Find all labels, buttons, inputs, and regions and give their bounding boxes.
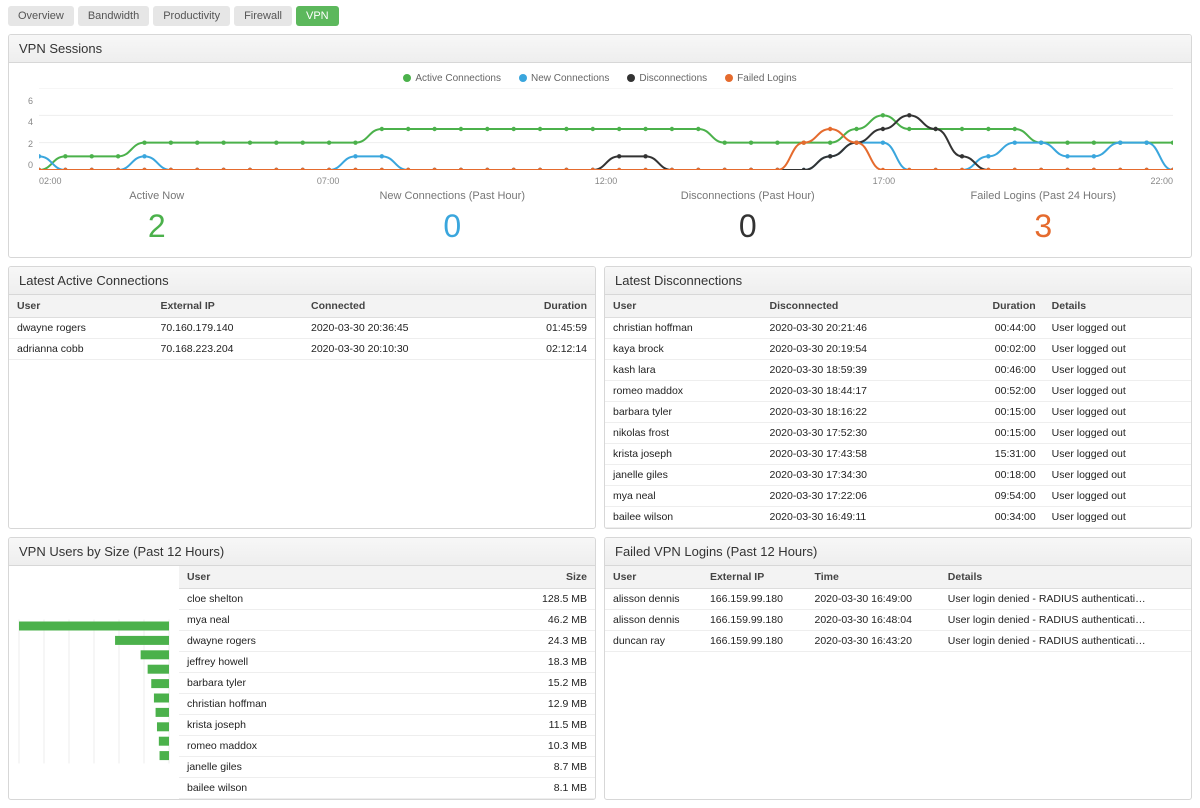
table-row[interactable]: dwayne rogers24.3 MB [179,631,595,652]
col-user[interactable]: User [605,566,702,589]
col-duration[interactable]: Duration [495,295,595,318]
table-row[interactable]: janelle giles8.7 MB [179,757,595,778]
col-time[interactable]: Time [806,566,939,589]
table-row[interactable]: duncan ray166.159.99.1802020-03-30 16:43… [605,631,1191,652]
summary-3: Failed Logins (Past 24 Hours)3 [896,190,1192,245]
table-row[interactable]: jeffrey howell18.3 MB [179,652,595,673]
legend-new[interactable]: New Connections [519,73,609,84]
panel-title-disc: Latest Disconnections [605,267,1191,295]
legend-disc[interactable]: Disconnections [627,73,707,84]
table-row[interactable]: alisson dennis166.159.99.1802020-03-30 1… [605,610,1191,631]
col-disconnected[interactable]: Disconnected [762,295,947,318]
table-row[interactable]: kaya brock2020-03-30 20:19:5400:02:00Use… [605,339,1191,360]
table-row[interactable]: romeo maddox2020-03-30 18:44:1700:52:00U… [605,381,1191,402]
table-row[interactable]: adrianna cobb70.168.223.2042020-03-30 20… [9,339,595,360]
tab-productivity[interactable]: Productivity [153,6,230,26]
panel-title-failed: Failed VPN Logins (Past 12 Hours) [605,538,1191,566]
col-duration[interactable]: Duration [947,295,1044,318]
table-row[interactable]: barbara tyler2020-03-30 18:16:2200:15:00… [605,402,1191,423]
tab-bandwidth[interactable]: Bandwidth [78,6,149,26]
col-details[interactable]: Details [940,566,1191,589]
table-row[interactable]: krista joseph11.5 MB [179,715,595,736]
vpn-sessions-panel: VPN Sessions Active Connections New Conn… [8,34,1192,258]
table-row[interactable]: christian hoffman2020-03-30 20:21:4600:4… [605,318,1191,339]
tab-firewall[interactable]: Firewall [234,6,292,26]
table-row[interactable]: cloe shelton128.5 MB [179,589,595,610]
legend-failed[interactable]: Failed Logins [725,73,796,84]
panel-title-sessions: VPN Sessions [9,35,1191,63]
panel-title-active: Latest Active Connections [9,267,595,295]
active-connections-table: User External IP Connected Duration dway… [9,295,595,360]
table-row[interactable]: romeo maddox10.3 MB [179,736,595,757]
nav-tabs: OverviewBandwidthProductivityFirewallVPN [0,0,1200,34]
col-size[interactable]: Size [433,566,595,589]
table-row[interactable]: dwayne rogers70.160.179.1402020-03-30 20… [9,318,595,339]
sessions-chart[interactable]: 6420 02:0007:0012:0017:0022:00 [9,88,1191,188]
table-row[interactable]: bailee wilson8.1 MB [179,778,595,799]
users-size-panel: VPN Users by Size (Past 12 Hours) User S… [8,537,596,800]
latest-active-panel: Latest Active Connections User External … [8,266,596,529]
users-size-bars[interactable] [9,566,179,799]
table-row[interactable]: krista joseph2020-03-30 17:43:5815:31:00… [605,444,1191,465]
table-row[interactable]: janelle giles2020-03-30 17:34:3000:18:00… [605,465,1191,486]
users-size-table: User Size cloe shelton128.5 MBmya neal46… [179,566,595,799]
table-row[interactable]: mya neal46.2 MB [179,610,595,631]
tab-overview[interactable]: Overview [8,6,74,26]
tab-vpn[interactable]: VPN [296,6,339,26]
failed-logins-table: User External IP Time Details alisson de… [605,566,1191,652]
col-ip[interactable]: External IP [153,295,303,318]
table-row[interactable]: barbara tyler15.2 MB [179,673,595,694]
summary-0: Active Now2 [9,190,305,245]
table-row[interactable]: bailee wilson2020-03-30 16:49:1100:34:00… [605,507,1191,528]
col-ip[interactable]: External IP [702,566,807,589]
col-user[interactable]: User [605,295,762,318]
failed-logins-panel: Failed VPN Logins (Past 12 Hours) User E… [604,537,1192,800]
latest-disc-panel: Latest Disconnections User Disconnected … [604,266,1192,529]
col-connected[interactable]: Connected [303,295,495,318]
legend-active[interactable]: Active Connections [403,73,501,84]
chart-legend: Active Connections New Connections Disco… [9,63,1191,88]
summary-1: New Connections (Past Hour)0 [305,190,601,245]
col-user[interactable]: User [179,566,433,589]
table-row[interactable]: kash lara2020-03-30 18:59:3900:46:00User… [605,360,1191,381]
table-row[interactable]: christian hoffman12.9 MB [179,694,595,715]
disconnections-table: User Disconnected Duration Details chris… [605,295,1191,528]
col-user[interactable]: User [9,295,153,318]
table-row[interactable]: mya neal2020-03-30 17:22:0609:54:00User … [605,486,1191,507]
summary-2: Disconnections (Past Hour)0 [600,190,896,245]
summary-row: Active Now2New Connections (Past Hour)0D… [9,188,1191,257]
table-row[interactable]: alisson dennis166.159.99.1802020-03-30 1… [605,589,1191,610]
panel-title-users-size: VPN Users by Size (Past 12 Hours) [9,538,595,566]
col-details[interactable]: Details [1044,295,1191,318]
table-row[interactable]: nikolas frost2020-03-30 17:52:3000:15:00… [605,423,1191,444]
